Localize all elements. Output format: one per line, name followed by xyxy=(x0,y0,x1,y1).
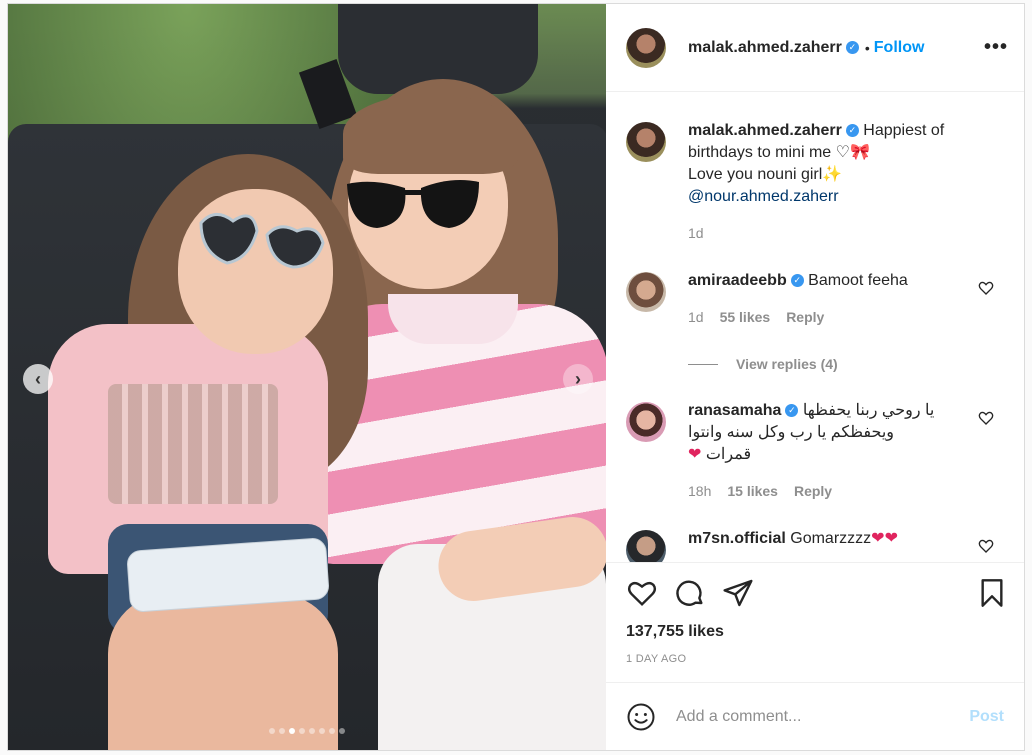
header-separator: • xyxy=(864,39,870,56)
caption: malak.ahmed.zaherr ✓ Happiest of birthday… xyxy=(626,120,1004,244)
comment-item: ranasamaha ✓ يا روحي ربنا يحفظها ويحفظكم … xyxy=(626,400,1004,502)
post-photo[interactable]: ‹ › xyxy=(8,4,606,750)
view-replies-label: View replies (4) xyxy=(736,356,838,372)
comment-time[interactable]: 18h xyxy=(688,480,711,502)
commenter-username[interactable]: amiraadeebb xyxy=(688,272,787,289)
carousel-next-button[interactable]: › xyxy=(563,364,593,394)
red-heart-emoji: ❤ xyxy=(688,446,702,463)
girl-left-legs xyxy=(108,594,338,750)
like-comment-heart-icon[interactable] xyxy=(978,280,994,296)
carousel-dot xyxy=(319,728,325,734)
cat-eye-sunglasses xyxy=(347,180,479,228)
comment-text: Bamoot feeha xyxy=(803,272,908,289)
comment-item: amiraadeebb ✓ Bamoot feeha 1d 55 likes Re… xyxy=(626,270,1004,328)
heart-sunglasses xyxy=(199,213,325,269)
instagram-post: ‹ › malak.ahmed.zaherr ✓ • Follow ••• ma… xyxy=(7,3,1025,751)
view-replies-line xyxy=(688,363,718,365)
comment-text: Gomarzzzz xyxy=(785,530,872,547)
caption-avatar[interactable] xyxy=(626,122,666,162)
author-avatar[interactable] xyxy=(626,27,666,68)
commenter-avatar[interactable] xyxy=(626,530,666,562)
more-options-icon[interactable]: ••• xyxy=(984,36,1008,59)
red-hearts-emoji: ❤❤ xyxy=(871,530,898,547)
comment-item: m7sn.official Gomarzzzz❤❤ xyxy=(626,528,1004,562)
add-comment-bar: Post xyxy=(606,682,1024,750)
carousel-dot xyxy=(269,728,275,734)
commenter-username[interactable]: m7sn.official xyxy=(688,530,786,547)
reply-button[interactable]: Reply xyxy=(786,306,824,328)
author-username[interactable]: malak.ahmed.zaherr xyxy=(688,39,842,57)
carousel-prev-button[interactable]: ‹ xyxy=(23,364,53,394)
like-comment-heart-icon[interactable] xyxy=(978,410,994,426)
likes-count[interactable]: 137,755 likes xyxy=(626,623,1008,641)
comments-list[interactable]: malak.ahmed.zaherr ✓ Happiest of birthday… xyxy=(606,92,1024,562)
carousel-indicator xyxy=(8,728,606,734)
shirt-print xyxy=(108,384,278,504)
carousel-dot xyxy=(309,728,315,734)
follow-button[interactable]: Follow xyxy=(874,39,925,57)
reply-button[interactable]: Reply xyxy=(794,480,832,502)
caption-mention[interactable]: @nour.ahmed.zaherr xyxy=(688,188,839,205)
bookmark-icon[interactable] xyxy=(976,577,1008,609)
verified-badge-icon: ✓ xyxy=(845,41,859,54)
view-replies-button[interactable]: View replies (4) xyxy=(688,356,1004,372)
caption-username[interactable]: malak.ahmed.zaherr xyxy=(688,122,842,139)
verified-badge-icon: ✓ xyxy=(785,404,799,418)
comment-text-line2: ويحفظكم يا رب وكل سنه وانتوا xyxy=(688,424,894,441)
carousel-dot xyxy=(279,728,285,734)
comment-likes[interactable]: 55 likes xyxy=(720,306,771,328)
comment-bubble-icon[interactable] xyxy=(674,577,706,609)
post-header: malak.ahmed.zaherr ✓ • Follow ••• xyxy=(606,4,1024,92)
post-actions: 137,755 likes 1 DAY AGO xyxy=(606,562,1024,682)
carousel-dot xyxy=(339,728,345,734)
post-comment-button[interactable]: Post xyxy=(969,708,1004,726)
caption-time[interactable]: 1d xyxy=(688,222,704,244)
comment-text-line3: قمرات xyxy=(705,446,752,463)
girl-right-bangs xyxy=(343,94,518,174)
like-comment-heart-icon[interactable] xyxy=(978,538,994,554)
comment-text: يا روحي ربنا يحفظها xyxy=(802,402,935,419)
share-paper-plane-icon[interactable] xyxy=(722,577,754,609)
like-heart-icon[interactable] xyxy=(626,577,658,609)
comment-likes[interactable]: 15 likes xyxy=(727,480,778,502)
carousel-dot xyxy=(289,728,295,734)
commenter-username[interactable]: ranasamaha xyxy=(688,402,781,419)
commenter-avatar[interactable] xyxy=(626,402,666,442)
girl-right-collar xyxy=(388,294,518,344)
verified-badge-icon: ✓ xyxy=(845,124,859,138)
carousel-dot xyxy=(299,728,305,734)
commenter-avatar[interactable] xyxy=(626,272,666,312)
post-timestamp[interactable]: 1 DAY AGO xyxy=(626,653,1008,665)
caption-text-line2: Love you nouni girl✨ xyxy=(688,166,843,183)
verified-badge-icon: ✓ xyxy=(790,274,804,288)
comment-time[interactable]: 1d xyxy=(688,306,704,328)
carousel-dot xyxy=(329,728,335,734)
comment-input[interactable] xyxy=(676,707,970,726)
post-panel: malak.ahmed.zaherr ✓ • Follow ••• malak.… xyxy=(606,4,1024,750)
emoji-smiley-icon[interactable] xyxy=(626,702,656,732)
